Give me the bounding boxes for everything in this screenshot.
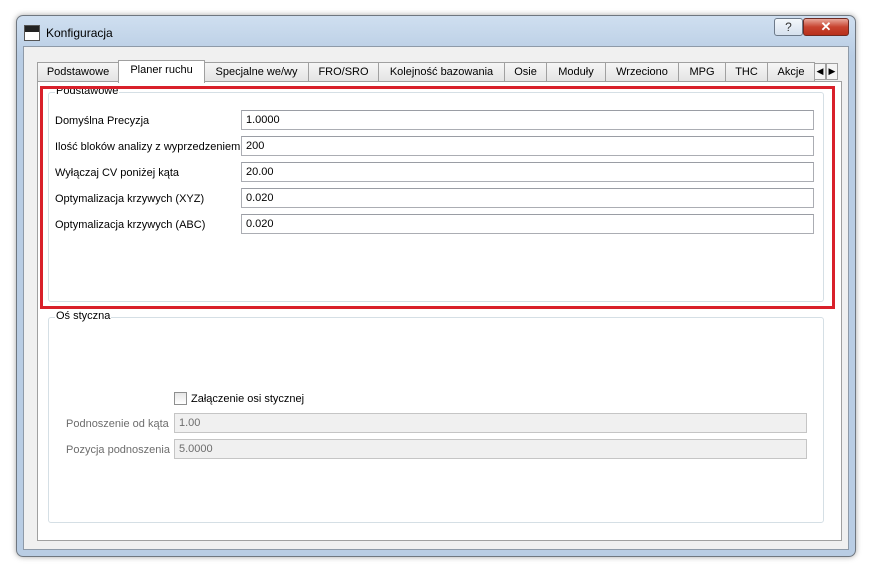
tab-moduly[interactable]: Moduły xyxy=(546,62,606,82)
tab-kolejnosc-bazowania[interactable]: Kolejność bazowania xyxy=(378,62,505,82)
tab-fro-sro[interactable]: FRO/SRO xyxy=(308,62,379,82)
group-os-styczna: Oś styczna Załączenie osi stycznej Podno… xyxy=(48,310,824,523)
tab-specjalne-we-wy[interactable]: Specjalne we/wy xyxy=(204,62,309,82)
label-ilosc-blokow: Ilość bloków analizy z wyprzedzeniem xyxy=(55,141,241,153)
tab-scroll-right-icon[interactable]: ▶ xyxy=(826,63,838,80)
label-pozycja-podnoszenia: Pozycja podnoszenia xyxy=(66,444,170,456)
label-podnoszenie-od-kata: Podnoszenie od kąta xyxy=(66,418,169,430)
close-button[interactable]: ✕ xyxy=(803,18,849,36)
label-wylaczaj-cv: Wyłączaj CV poniżej kąta xyxy=(55,167,180,179)
checkbox-zalaczenie-osi[interactable] xyxy=(174,392,187,405)
group-podstawowe: Podstawowe Domyślna Precyzja 1.0000 Iloś… xyxy=(48,85,824,302)
tab-wrzeciono[interactable]: Wrzeciono xyxy=(605,62,679,82)
app-icon xyxy=(24,25,40,41)
tab-mpg[interactable]: MPG xyxy=(678,62,726,82)
input-optymalizacja-xyz[interactable]: 0.020 xyxy=(241,188,814,208)
help-button[interactable]: ? xyxy=(774,18,803,36)
label-domyslna-precyzja: Domyślna Precyzja xyxy=(55,115,150,127)
input-wylaczaj-cv[interactable]: 20.00 xyxy=(241,162,814,182)
tab-podstawowe[interactable]: Podstawowe xyxy=(37,62,119,82)
input-ilosc-blokow[interactable]: 200 xyxy=(241,136,814,156)
configuration-window: Konfiguracja ? ✕ Podstawowe Planer ruchu… xyxy=(16,15,856,557)
label-optymalizacja-xyz: Optymalizacja krzywych (XYZ) xyxy=(55,193,205,205)
tab-scroll-left-icon[interactable]: ◀ xyxy=(814,63,826,80)
tab-planer-ruchu[interactable]: Planer ruchu xyxy=(118,60,205,83)
input-domyslna-precyzja[interactable]: 1.0000 xyxy=(241,110,814,130)
tab-akcje[interactable]: Akcje xyxy=(767,62,815,82)
label-zalaczenie-osi[interactable]: Załączenie osi stycznej xyxy=(191,393,304,405)
tab-page-planer-ruchu: Podstawowe Domyślna Precyzja 1.0000 Iloś… xyxy=(37,81,842,541)
tab-bar: Podstawowe Planer ruchu Specjalne we/wy … xyxy=(37,60,842,83)
window-title: Konfiguracja xyxy=(46,26,113,40)
title-bar[interactable]: Konfiguracja ? ✕ xyxy=(17,16,855,46)
label-optymalizacja-abc: Optymalizacja krzywych (ABC) xyxy=(55,219,206,231)
tab-thc[interactable]: THC xyxy=(725,62,768,82)
input-optymalizacja-abc[interactable]: 0.020 xyxy=(241,214,814,234)
group-podstawowe-title: Podstawowe xyxy=(55,85,120,97)
input-podnoszenie-od-kata[interactable]: 1.00 xyxy=(174,413,807,433)
tab-osie[interactable]: Osie xyxy=(504,62,547,82)
input-pozycja-podnoszenia[interactable]: 5.0000 xyxy=(174,439,807,459)
group-os-styczna-title: Oś styczna xyxy=(55,310,112,322)
dialog-client-area: Podstawowe Planer ruchu Specjalne we/wy … xyxy=(23,46,849,550)
